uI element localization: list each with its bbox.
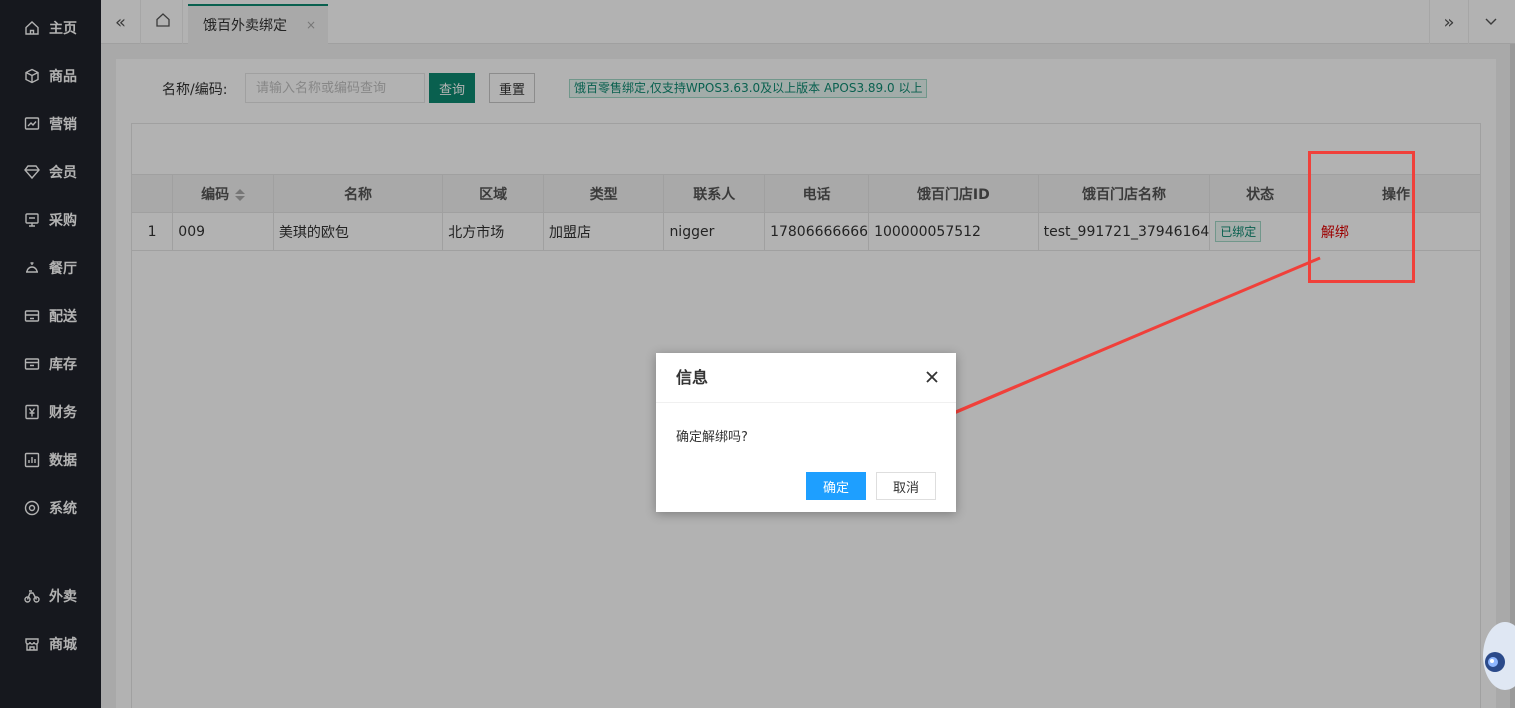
confirm-dialog: 信息 确定解绑吗? 确定 取消: [656, 353, 956, 512]
cancel-button[interactable]: 取消: [876, 472, 936, 500]
assistant-robot-icon[interactable]: [1479, 620, 1515, 692]
close-icon[interactable]: [922, 367, 942, 387]
annotation-highlight-box: [1308, 151, 1415, 283]
confirm-button[interactable]: 确定: [806, 472, 866, 500]
dialog-title: 信息: [656, 353, 956, 403]
dialog-message: 确定解绑吗?: [676, 430, 748, 445]
